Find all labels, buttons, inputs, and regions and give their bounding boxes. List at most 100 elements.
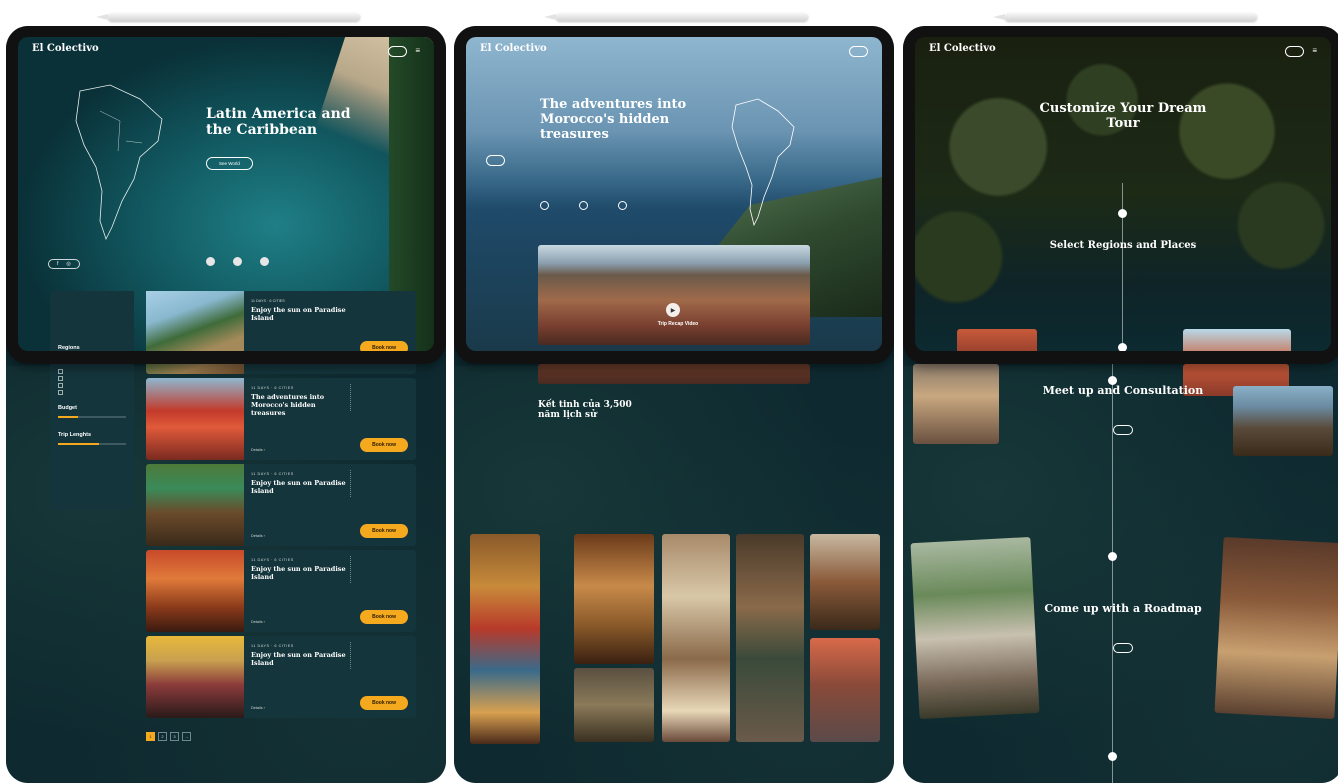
trip-description bbox=[251, 592, 343, 597]
country-checkbox[interactable] bbox=[58, 376, 126, 381]
gallery-photo[interactable] bbox=[470, 534, 540, 744]
nav-link[interactable] bbox=[648, 49, 650, 54]
step-description bbox=[1023, 622, 1223, 629]
side-nav-button[interactable] bbox=[486, 155, 506, 167]
gallery-photo[interactable] bbox=[736, 534, 804, 742]
gallery-photo[interactable] bbox=[810, 638, 880, 742]
gallery-photo[interactable] bbox=[574, 668, 654, 742]
details-link[interactable]: Details › bbox=[251, 448, 265, 452]
book-now-button[interactable]: Book now bbox=[360, 341, 408, 351]
nav-link[interactable] bbox=[1081, 49, 1083, 54]
trip-card[interactable]: 11 DAYS · 6 CITIES The adventures into M… bbox=[146, 378, 416, 460]
nav-link[interactable] bbox=[216, 49, 218, 54]
trip-dates bbox=[350, 384, 410, 411]
filter-budget-label: Budget bbox=[58, 405, 77, 411]
book-now-button[interactable]: Book now bbox=[360, 438, 408, 452]
trip-title: Enjoy the sun on Paradise Island bbox=[251, 651, 346, 667]
gallery-photo[interactable] bbox=[662, 534, 730, 742]
stat-item bbox=[617, 201, 631, 210]
nav-link[interactable] bbox=[184, 49, 186, 54]
trip-dates bbox=[350, 470, 410, 497]
side-nav-item[interactable] bbox=[486, 126, 505, 133]
side-nav bbox=[486, 101, 506, 167]
trip-title: Enjoy the sun on Paradise Island bbox=[251, 565, 346, 581]
trip-meta: 11 DAYS · 6 CITIES bbox=[251, 644, 294, 648]
stylus-pencil bbox=[96, 13, 360, 21]
country-checkbox[interactable] bbox=[58, 390, 126, 395]
trip-card[interactable]: 11 DAYS · 6 CITIES Enjoy the sun on Para… bbox=[146, 550, 416, 632]
step-button[interactable] bbox=[1113, 643, 1133, 654]
nav-pill-button[interactable] bbox=[848, 45, 868, 57]
details-link[interactable]: Details › bbox=[251, 706, 265, 710]
next-page-button[interactable]: → bbox=[182, 732, 191, 741]
trip-photo bbox=[146, 550, 244, 632]
trip-recap-video[interactable]: ▶ Trip Recap Video bbox=[538, 245, 810, 345]
stat-item bbox=[540, 201, 553, 210]
hamburger-icon[interactable]: ≡ bbox=[415, 47, 420, 55]
book-now-button[interactable]: Book now bbox=[360, 524, 408, 538]
step-description bbox=[1023, 258, 1223, 265]
nav-link[interactable] bbox=[664, 49, 666, 54]
top-nav: El Colectivo ≡ bbox=[18, 37, 434, 65]
instagram-icon[interactable]: ◎ bbox=[66, 261, 70, 267]
budget-slider[interactable] bbox=[58, 416, 126, 418]
nav-link[interactable] bbox=[617, 49, 619, 54]
hero-intro: Customize Your Dream Tour bbox=[1023, 93, 1223, 152]
facebook-icon[interactable]: f bbox=[57, 261, 58, 267]
logo[interactable]: El Colectivo bbox=[929, 43, 996, 59]
book-now-button[interactable]: Book now bbox=[360, 610, 408, 624]
mockup-customize-tour: Meet up and Consultation Come up with a … bbox=[903, 26, 1338, 783]
details-link[interactable]: Details › bbox=[251, 620, 265, 624]
section-title: Kết tinh của 3,500 năm lịch sử bbox=[538, 400, 632, 421]
step-photo bbox=[913, 364, 999, 444]
hero-title: Latin America and the Caribbean bbox=[206, 106, 351, 139]
nav-pill-button[interactable] bbox=[388, 45, 408, 57]
step-dot bbox=[1118, 209, 1127, 218]
stat-item bbox=[578, 201, 592, 210]
book-now-button[interactable]: Book now bbox=[360, 696, 408, 710]
nav-link[interactable] bbox=[169, 49, 171, 54]
page-1[interactable]: 1 bbox=[146, 732, 155, 741]
trip-card[interactable]: 11 DAYS · 6 CITIES Enjoy the sun on Para… bbox=[146, 636, 416, 718]
trip-meta: 11 DAYS · 6 CITIES bbox=[251, 472, 294, 476]
play-icon[interactable]: ▶ bbox=[666, 303, 680, 317]
stat-item bbox=[206, 257, 219, 266]
video-thumbnail-bottom bbox=[538, 364, 810, 384]
page-2[interactable]: 2 bbox=[158, 732, 167, 741]
nav-link[interactable] bbox=[632, 49, 634, 54]
country-checkbox[interactable] bbox=[58, 383, 126, 388]
side-nav-item[interactable] bbox=[486, 139, 505, 146]
side-nav-item[interactable] bbox=[486, 101, 505, 108]
see-world-button[interactable]: See World bbox=[206, 156, 253, 170]
nav-pill-button[interactable] bbox=[1285, 45, 1305, 57]
nav-link[interactable] bbox=[200, 49, 202, 54]
side-nav-item[interactable] bbox=[486, 114, 505, 121]
page-3[interactable]: 3 bbox=[170, 732, 179, 741]
step-photo bbox=[910, 536, 1040, 720]
hero-eyebrow bbox=[540, 89, 700, 94]
trip-meta: 11 DAYS · 6 CITIES bbox=[251, 386, 294, 390]
details-link[interactable]: Details › bbox=[251, 534, 265, 538]
logo[interactable]: El Colectivo bbox=[32, 43, 99, 59]
top-nav: El Colectivo bbox=[466, 37, 882, 65]
trip-length-slider[interactable] bbox=[58, 443, 126, 445]
gallery-photo[interactable] bbox=[574, 534, 654, 664]
hero-screen: El Colectivo ≡ Latin America and the Car… bbox=[18, 37, 434, 351]
step-button[interactable] bbox=[1113, 425, 1133, 436]
nav-link[interactable] bbox=[1113, 49, 1115, 54]
step-photo bbox=[1183, 329, 1291, 351]
nav-link[interactable] bbox=[1066, 49, 1068, 54]
country-checkbox[interactable] bbox=[58, 369, 126, 374]
trip-photo bbox=[146, 464, 244, 546]
stylus-pencil bbox=[544, 13, 808, 21]
stylus-pencil bbox=[993, 13, 1257, 21]
hero-title: The adventures into Morocco's hidden tre… bbox=[540, 97, 687, 142]
nav-link[interactable] bbox=[1097, 49, 1099, 54]
trip-card[interactable]: 11 DAYS · 6 CITIES Enjoy the sun on Para… bbox=[146, 464, 416, 546]
section-eyebrow bbox=[538, 391, 638, 396]
logo[interactable]: El Colectivo bbox=[480, 43, 547, 59]
step-photo bbox=[957, 329, 1037, 351]
pagination: 1 2 3 → bbox=[146, 732, 191, 741]
hamburger-icon[interactable]: ≡ bbox=[1312, 47, 1317, 55]
gallery-photo[interactable] bbox=[810, 534, 880, 630]
